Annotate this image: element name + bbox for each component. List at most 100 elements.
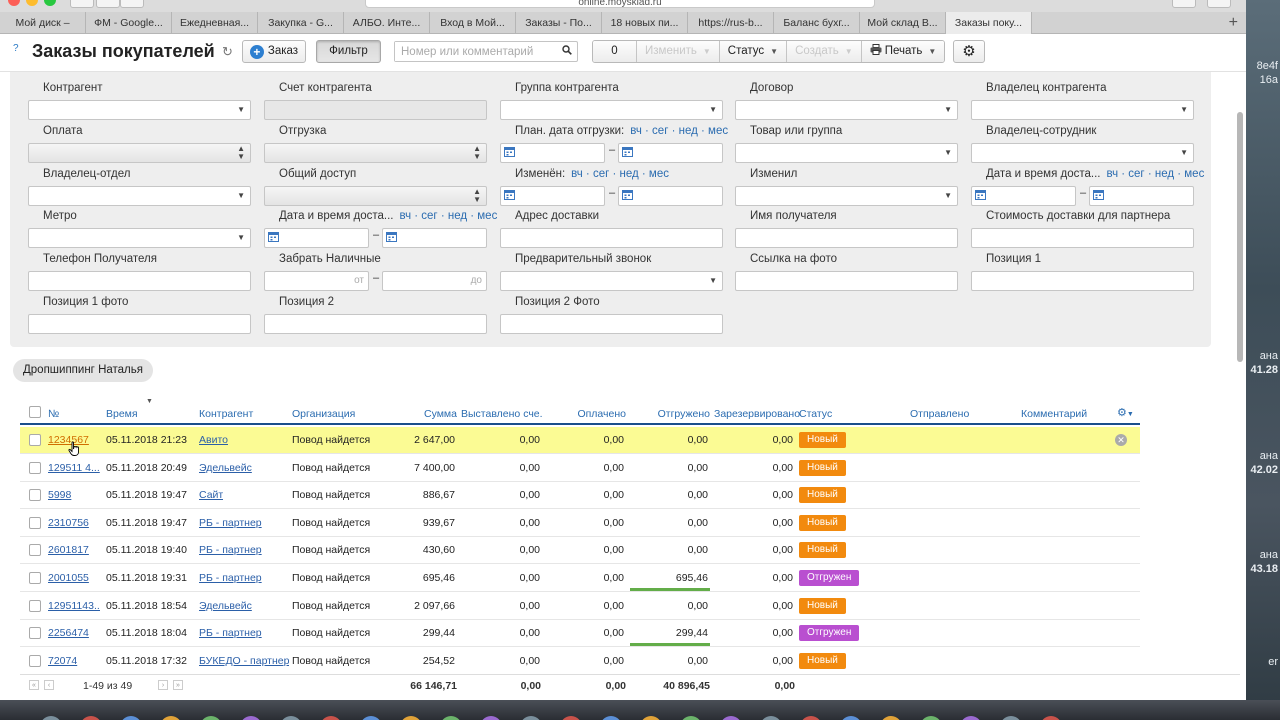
status-badge[interactable]: Новый: [799, 542, 846, 558]
row-checkbox[interactable]: [29, 544, 41, 556]
contragent-owner-select[interactable]: ▼: [971, 100, 1194, 120]
url-bar[interactable]: online.moysklad.ru: [365, 0, 875, 8]
column-time[interactable]: Время: [106, 408, 138, 420]
table-row[interactable]: 2601817 05.11.2018 19:40 РБ - партнер Повод…: [20, 537, 1140, 564]
dock-app-icon[interactable]: [600, 716, 622, 720]
order-number-link[interactable]: 2601817: [48, 544, 100, 556]
order-number-link[interactable]: 12951143...: [48, 600, 100, 612]
order-number-link[interactable]: 2001055: [48, 572, 100, 584]
dock-app-icon[interactable]: [1000, 716, 1022, 720]
dock-app-icon[interactable]: [360, 716, 382, 720]
product-group-select[interactable]: ▼: [735, 143, 958, 163]
browser-tab[interactable]: https://rus-b...: [688, 12, 774, 34]
table-row[interactable]: 129511 4... 05.11.2018 20:49 Эдельвейс Пово…: [20, 455, 1140, 482]
contragent-link[interactable]: БУКЕДО - партнер: [199, 655, 289, 667]
dock-app-icon[interactable]: [720, 716, 742, 720]
browser-tab[interactable]: Вход в Мой...: [430, 12, 516, 34]
browser-tab[interactable]: Ежедневная...: [172, 12, 258, 34]
dock-app-icon[interactable]: [680, 716, 702, 720]
minimize-window-button[interactable]: [26, 0, 38, 6]
column-contragent[interactable]: Контрагент: [199, 408, 253, 420]
quick-date-links[interactable]: вч · сег · нед · мес: [399, 210, 497, 222]
metro-select[interactable]: ▼: [28, 228, 251, 248]
quick-date-links[interactable]: вч · сег · нед · мес: [1106, 168, 1204, 180]
dock-app-icon[interactable]: [960, 716, 982, 720]
prev-page-icon[interactable]: ‹: [44, 680, 54, 690]
sidebar-button[interactable]: [120, 0, 144, 8]
help-icon[interactable]: ?: [13, 43, 19, 54]
table-row[interactable]: 12951143... 05.11.2018 18:54 Эдельвейс Пово…: [20, 593, 1140, 620]
status-badge[interactable]: Отгружен: [799, 625, 860, 641]
table-row[interactable]: 2310756 05.11.2018 19:47 РБ - партнер Повод…: [20, 510, 1140, 537]
browser-tab[interactable]: Заказы - По...: [516, 12, 602, 34]
contragent-select[interactable]: ▼: [28, 100, 251, 120]
select-all-checkbox[interactable]: [29, 406, 41, 418]
dock-app-icon[interactable]: [80, 716, 102, 720]
table-row[interactable]: 2001055 05.11.2018 19:31 РБ - партнер Повод…: [20, 565, 1140, 592]
owner-department-select[interactable]: ▼: [28, 186, 251, 206]
pick-cash-range-from[interactable]: от: [264, 271, 369, 291]
partner-delivery-cost-field[interactable]: [971, 228, 1194, 248]
new-tab-button[interactable]: +: [1032, 12, 1246, 33]
row-checkbox[interactable]: [29, 627, 41, 639]
dock-app-icon[interactable]: [280, 716, 302, 720]
browser-tab[interactable]: Закупка - G...: [258, 12, 344, 34]
table-row[interactable]: 2256474 05.11.2018 18:04 РБ - партнер Повод…: [20, 620, 1140, 647]
contragent-link[interactable]: РБ - партнер: [199, 627, 262, 639]
column-sent[interactable]: Отправлено: [910, 408, 969, 420]
column-sum[interactable]: Сумма: [400, 408, 457, 420]
quick-date-links[interactable]: вч · сег · нед · мес: [630, 125, 728, 137]
order-number-link[interactable]: 129511 4...: [48, 462, 100, 474]
row-checkbox[interactable]: [29, 655, 41, 667]
position2-field[interactable]: [264, 314, 487, 334]
dock-app-icon[interactable]: [840, 716, 862, 720]
first-page-icon[interactable]: «: [29, 680, 39, 690]
contragent-link[interactable]: Эдельвейс: [199, 600, 252, 612]
prelim-call-select[interactable]: ▼: [500, 271, 723, 291]
dock-app-icon[interactable]: [520, 716, 542, 720]
settings-button[interactable]: ⚙: [953, 40, 985, 63]
table-row[interactable]: 72074 05.11.2018 17:32 БУКЕДО - партнер Пов…: [20, 648, 1140, 675]
search-input[interactable]: [395, 42, 555, 61]
dock-app-icon[interactable]: [440, 716, 462, 720]
row-checkbox[interactable]: [29, 517, 41, 529]
dock-app-icon[interactable]: [1040, 716, 1062, 720]
column-shipped[interactable]: Отгружено: [632, 408, 710, 420]
column-invoiced[interactable]: Выставлено сче...: [461, 408, 543, 420]
position1-field[interactable]: [971, 271, 1194, 291]
print-dropdown[interactable]: Печать ▼: [861, 41, 945, 62]
order-number-link[interactable]: 72074: [48, 655, 100, 667]
column-paid[interactable]: Оплачено: [550, 408, 626, 420]
contragent-link[interactable]: Эдельвейс: [199, 462, 252, 474]
column-reserved[interactable]: Зарезервировано: [714, 408, 800, 420]
browser-tab[interactable]: Мой диск –: [0, 12, 86, 34]
back-button[interactable]: [70, 0, 94, 8]
dock-app-icon[interactable]: [400, 716, 422, 720]
column-organization[interactable]: Организация: [292, 408, 355, 420]
browser-tab[interactable]: 18 новых пи...: [602, 12, 688, 34]
add-order-button[interactable]: + Заказ: [242, 40, 306, 63]
column-number[interactable]: №: [48, 408, 59, 420]
quick-date-links[interactable]: вч · сег · нед · мес: [571, 168, 669, 180]
status-badge[interactable]: Новый: [799, 515, 846, 531]
shared-access-select[interactable]: ▲ ▼: [264, 186, 487, 206]
owner-employee-select[interactable]: ▼: [971, 143, 1194, 163]
remove-row-icon[interactable]: ✕: [1115, 434, 1127, 446]
delivery-address-field[interactable]: [500, 228, 723, 248]
dock-app-icon[interactable]: [240, 716, 262, 720]
row-checkbox[interactable]: [29, 462, 41, 474]
row-checkbox[interactable]: [29, 600, 41, 612]
pick-cash-range-to[interactable]: до: [382, 271, 487, 291]
status-dropdown[interactable]: Статус ▼: [719, 41, 788, 62]
status-badge[interactable]: Отгружен: [799, 570, 860, 586]
status-badge[interactable]: Новый: [799, 460, 846, 476]
scrollbar-thumb[interactable]: [1237, 112, 1243, 362]
column-comment[interactable]: Комментарий: [1021, 408, 1087, 420]
tabs-overview-button[interactable]: [1207, 0, 1231, 8]
order-number-link[interactable]: 2256474: [48, 627, 100, 639]
dock-app-icon[interactable]: [640, 716, 662, 720]
shipment-select[interactable]: ▲ ▼: [264, 143, 487, 163]
order-number-link[interactable]: 5998: [48, 489, 100, 501]
changed-date-from[interactable]: [500, 186, 605, 206]
payment-select[interactable]: ▲ ▼: [28, 143, 251, 163]
